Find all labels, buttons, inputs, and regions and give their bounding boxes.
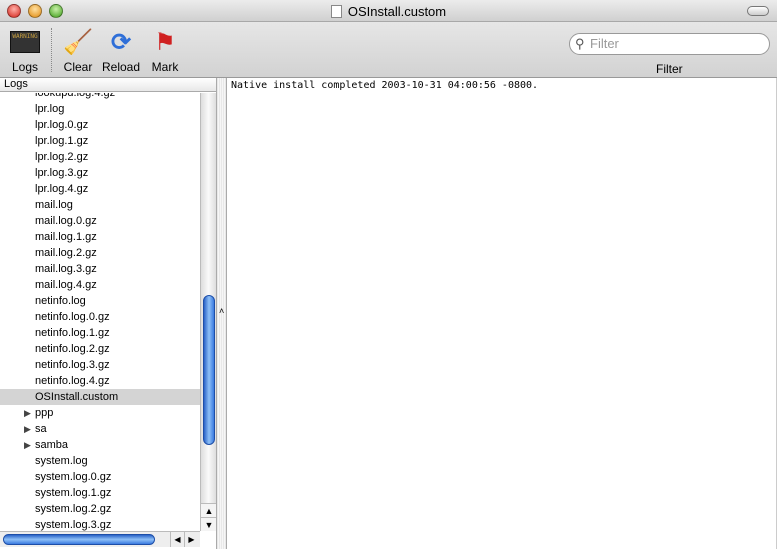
disclosure-triangle-icon[interactable]: ▶ (24, 421, 31, 437)
log-item-label: sa (35, 423, 47, 435)
split-view-divider[interactable]: ˄ (216, 78, 227, 549)
log-list-item[interactable]: mail.log.2.gz (0, 245, 200, 261)
collapse-arrow-icon[interactable]: ˄ (219, 306, 224, 316)
log-item-label: mail.log (35, 199, 73, 211)
scroll-up-arrow[interactable]: ▲ (201, 503, 217, 517)
log-list-item[interactable]: lpr.log.1.gz (0, 133, 200, 149)
log-item-label: samba (35, 439, 69, 451)
scroll-left-arrow[interactable]: ◀ (170, 532, 184, 547)
log-list-item[interactable]: netinfo.log.1.gz (0, 325, 200, 341)
log-list-item[interactable]: system.log.2.gz (0, 501, 200, 517)
log-list-item[interactable]: netinfo.log (0, 293, 200, 309)
toolbar-toggle-button[interactable] (747, 6, 769, 16)
log-item-label: mail.log.1.gz (35, 231, 97, 243)
log-list-item[interactable]: ▶ samba (0, 437, 200, 453)
log-list-item[interactable]: mail.log.4.gz (0, 277, 200, 293)
logs-sidebar: Logs lookupd.log.4.gz lpr.log lpr.log.0.gz… (0, 78, 217, 549)
horizontal-scroll-thumb[interactable] (3, 534, 155, 545)
logs-column-header[interactable]: Logs (0, 78, 216, 92)
log-item-label: OSInstall.custom (35, 391, 119, 403)
log-text: Native install completed 2003-10-31 04:0… (231, 80, 539, 91)
reload-icon: ⟳ (110, 28, 132, 56)
log-item-label: system.log.3.gz (35, 519, 112, 531)
toolbar-separator (51, 28, 52, 72)
filter-search-field[interactable]: ⚲ Filter (569, 33, 770, 55)
scroll-thumb[interactable] (203, 295, 215, 445)
log-item-label: mail.log.3.gz (35, 263, 97, 275)
log-list-item[interactable]: system.log.0.gz (0, 469, 200, 485)
log-item-label: system.log.0.gz (35, 471, 112, 483)
reload-label: Reload (102, 60, 141, 74)
log-list-item[interactable]: netinfo.log.2.gz (0, 341, 200, 357)
log-item-label: netinfo.log.2.gz (35, 343, 110, 355)
log-item-label: netinfo.log.4.gz (35, 375, 110, 387)
log-item-label: mail.log.4.gz (35, 279, 97, 291)
log-item-label: netinfo.log (35, 295, 86, 307)
log-list-item[interactable]: ▶ sa (0, 421, 200, 437)
scroll-down-arrow[interactable]: ▼ (201, 517, 217, 531)
log-item-label: mail.log.2.gz (35, 247, 97, 259)
mark-button[interactable]: ⚑ Mark (149, 26, 181, 75)
logs-list: lookupd.log.4.gz lpr.log lpr.log.0.gz lpr.l… (0, 93, 200, 531)
log-item-label: lpr.log.4.gz (35, 183, 89, 195)
log-list-item[interactable]: mail.log.1.gz (0, 229, 200, 245)
log-list-item[interactable]: OSInstall.custom (0, 389, 200, 405)
log-item-label: netinfo.log.0.gz (35, 311, 110, 323)
search-icon: ⚲ (575, 36, 585, 51)
disclosure-triangle-icon[interactable]: ▶ (24, 437, 31, 453)
document-icon (330, 5, 342, 18)
log-item-label: lpr.log (35, 103, 65, 115)
toolbar: WARNING Logs 🧹 Clear ⟳ Reload ⚑ Mark ⚲ Fi… (0, 22, 777, 78)
log-item-label: system.log.2.gz (35, 503, 112, 515)
scroll-right-arrow[interactable]: ▶ (184, 532, 198, 547)
title-bar: OSInstall.custom (0, 0, 777, 22)
horizontal-scrollbar[interactable]: ◀ ▶ (0, 531, 200, 547)
log-item-label: system.log.1.gz (35, 487, 112, 499)
broom-icon: 🧹 (63, 28, 93, 56)
mark-label: Mark (151, 60, 179, 74)
log-item-label: lpr.log.2.gz (35, 151, 89, 163)
log-list-item[interactable]: netinfo.log.4.gz (0, 373, 200, 389)
log-list-item[interactable]: lpr.log.4.gz (0, 181, 200, 197)
log-list-item[interactable]: system.log.1.gz (0, 485, 200, 501)
log-item-label: lookupd.log.4.gz (35, 93, 116, 99)
log-item-label: lpr.log.3.gz (35, 167, 89, 179)
log-item-label: netinfo.log.1.gz (35, 327, 110, 339)
log-list-item[interactable]: lpr.log.2.gz (0, 149, 200, 165)
clear-button[interactable]: 🧹 Clear (62, 26, 94, 75)
log-list-item[interactable]: system.log (0, 453, 200, 469)
log-list-item[interactable]: lpr.log (0, 101, 200, 117)
filter-placeholder: Filter (590, 36, 619, 51)
vertical-scrollbar[interactable]: ▲ ▼ (200, 93, 217, 531)
log-list-item[interactable]: lookupd.log.4.gz (0, 93, 200, 101)
console-icon: WARNING (10, 31, 40, 53)
log-list-item[interactable]: lpr.log.0.gz (0, 117, 200, 133)
log-item-label: netinfo.log.3.gz (35, 359, 110, 371)
log-item-label: lpr.log.1.gz (35, 135, 89, 147)
window-title: OSInstall.custom (347, 4, 447, 19)
flag-icon: ⚑ (154, 28, 176, 56)
log-list-item[interactable]: lpr.log.3.gz (0, 165, 200, 181)
log-item-label: mail.log.0.gz (35, 215, 97, 227)
log-list-item[interactable]: system.log.3.gz (0, 517, 200, 531)
log-content-view[interactable]: Native install completed 2003-10-31 04:0… (228, 78, 777, 549)
log-item-label: ppp (35, 407, 54, 419)
logs-button[interactable]: WARNING Logs (6, 26, 44, 74)
disclosure-triangle-icon[interactable]: ▶ (24, 405, 31, 421)
log-item-label: lpr.log.0.gz (35, 119, 89, 131)
log-item-label: system.log (35, 455, 88, 467)
clear-label: Clear (63, 60, 93, 74)
log-list-item[interactable]: netinfo.log.0.gz (0, 309, 200, 325)
log-list-item[interactable]: netinfo.log.3.gz (0, 357, 200, 373)
log-list-item[interactable]: mail.log.3.gz (0, 261, 200, 277)
reload-button[interactable]: ⟳ Reload (102, 26, 141, 75)
log-list-item[interactable]: mail.log.0.gz (0, 213, 200, 229)
logs-label: Logs (11, 60, 39, 74)
log-list-item[interactable]: ▶ ppp (0, 405, 200, 421)
filter-label: Filter (656, 62, 683, 76)
log-list-item[interactable]: mail.log (0, 197, 200, 213)
